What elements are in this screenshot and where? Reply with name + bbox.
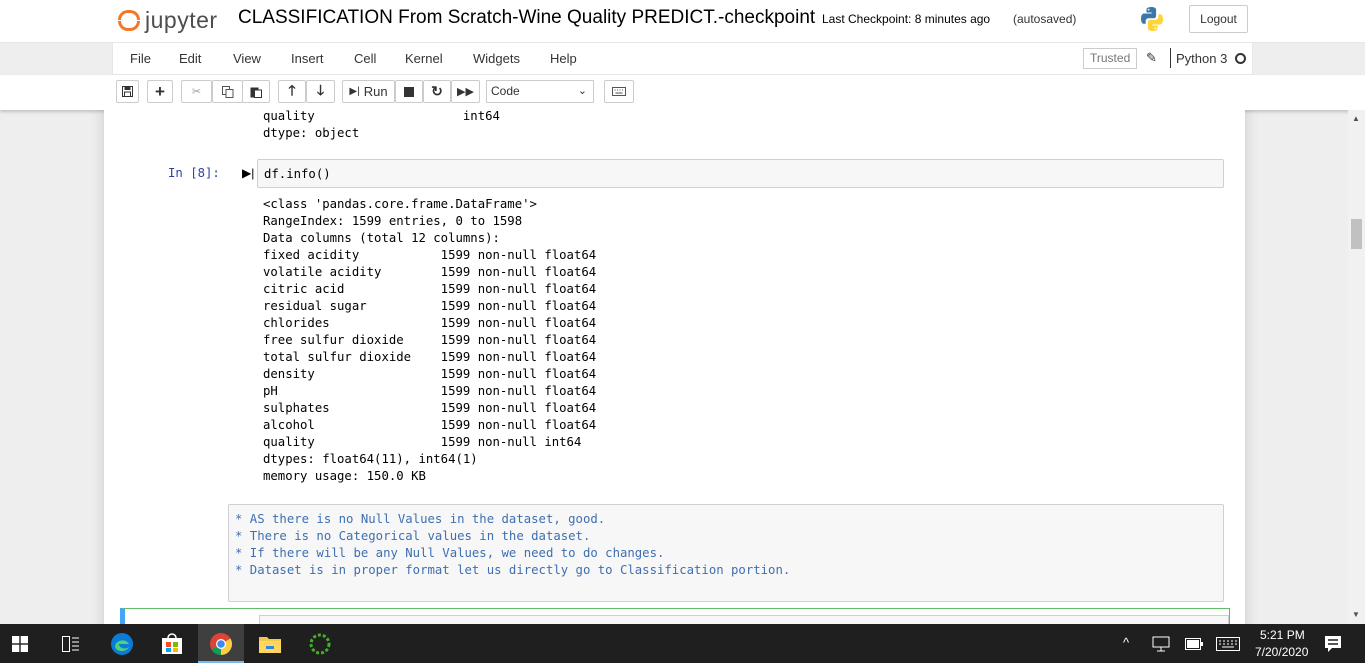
input-prompt: In [8]: [168,166,220,180]
code-text: df.info() [264,167,331,181]
paste-icon [250,87,262,98]
keyboard-icon [612,87,626,96]
notebook-container: quality int64 dtype: object In [8]: ▶| d… [104,110,1245,624]
interrupt-button[interactable] [395,80,423,103]
file-explorer-icon[interactable] [258,632,282,656]
menu-edit[interactable]: Edit [179,51,201,66]
chevron-down-icon: ⌄ [577,85,587,97]
stop-icon [404,86,414,97]
chrome-icon[interactable] [209,632,233,656]
arrow-up-icon: 🡑 [288,81,296,98]
move-up-button[interactable]: 🡑 [278,80,306,103]
insert-cell-button[interactable]: + [147,80,173,103]
scroll-thumb[interactable] [1351,219,1362,249]
restart-button[interactable]: ↻ [423,80,451,103]
battery-icon[interactable] [1185,638,1203,650]
markdown-cell[interactable]: * AS there is no Null Values in the data… [228,504,1224,602]
notebook-title[interactable]: CLASSIFICATION From Scratch-Wine Quality… [238,7,815,29]
fast-forward-icon: ▶▶ [457,86,474,98]
logout-button[interactable]: Logout [1189,5,1248,33]
command-palette-button[interactable] [604,80,634,103]
jupyter-logo[interactable]: jupyter [118,5,218,35]
notebook-site[interactable]: quality int64 dtype: object In [8]: ▶| d… [0,110,1348,624]
prev-cell-output: quality int64 dtype: object [263,110,500,140]
code-input[interactable]: df.info() [257,159,1224,188]
copy-cells-button[interactable] [212,80,243,103]
menu-file[interactable]: File [130,51,151,66]
kernel-separator [1170,48,1171,68]
plus-icon: + [155,81,165,101]
network-icon[interactable] [1152,636,1170,652]
cut-cells-button[interactable]: ✂ [181,80,212,103]
menubar: File Edit View Insert Cell Kernel Widget… [112,43,1253,75]
paste-cells-button[interactable] [242,80,270,103]
jupyter-logo-icon [118,9,140,31]
touch-keyboard-icon[interactable] [1216,637,1240,651]
menu-view[interactable]: View [233,51,261,66]
save-button[interactable] [116,80,139,103]
step-forward-icon: ▶| [349,86,360,97]
floppy-disk-icon [122,86,133,97]
scissors-icon: ✂ [191,86,202,98]
autosave-status: (autosaved) [1013,12,1077,26]
menu-cell[interactable]: Cell [354,51,376,66]
vertical-scrollbar[interactable]: ▲ ▼ [1348,110,1365,624]
copy-icon [221,85,233,98]
anaconda-icon[interactable] [308,632,332,656]
restart-run-all-button[interactable]: ▶▶ [451,80,480,103]
notifications-icon[interactable] [1324,635,1342,653]
clock-time[interactable]: 5:21 PM [1260,628,1305,642]
main-toolbar: + ✂ 🡑 🡓 ▶| Run ↻ ▶▶ Code ⌄ [0,75,1365,110]
run-label: Run [363,84,388,99]
run-cell-icon[interactable]: ▶| [242,166,254,180]
task-view-icon[interactable] [62,636,80,652]
kernel-idle-indicator-icon [1235,53,1246,64]
clock-date[interactable]: 7/20/2020 [1255,645,1308,659]
scroll-up-icon[interactable]: ▲ [1352,114,1360,123]
windows-taskbar: ^ 5:21 PM 7/20/2020 [0,624,1365,663]
cell-output: <class 'pandas.core.frame.DataFrame'> Ra… [263,197,597,483]
notebook-header: jupyter CLASSIFICATION From Scratch-Wine… [0,0,1365,43]
logo-text: jupyter [145,6,218,33]
checkpoint-status: Last Checkpoint: 8 minutes ago [822,12,991,26]
menu-insert[interactable]: Insert [291,51,324,66]
tray-chevron-up-icon[interactable]: ^ [1123,635,1129,650]
cell-type-value: Code [491,84,520,98]
python-logo-icon [1141,7,1163,31]
move-down-button[interactable]: 🡓 [306,80,335,103]
selected-code-cell[interactable] [120,608,1230,624]
windows-start-icon[interactable] [12,636,28,652]
pencil-icon[interactable]: ✎ [1146,50,1157,66]
edge-browser-icon[interactable] [110,632,134,656]
scroll-down-icon[interactable]: ▼ [1352,610,1360,619]
menu-help[interactable]: Help [550,51,577,66]
trusted-badge[interactable]: Trusted [1083,48,1138,69]
markdown-text: * AS there is no Null Values in the data… [235,512,791,577]
restart-icon: ↻ [431,83,443,99]
kernel-name: Python 3 [1176,51,1228,66]
arrow-down-icon: 🡓 [316,81,325,98]
store-icon[interactable] [160,632,184,656]
menu-widgets[interactable]: Widgets [473,51,520,66]
cell-type-select[interactable]: Code ⌄ [486,80,594,103]
run-button[interactable]: ▶| Run [342,80,395,103]
menu-kernel[interactable]: Kernel [405,51,443,66]
